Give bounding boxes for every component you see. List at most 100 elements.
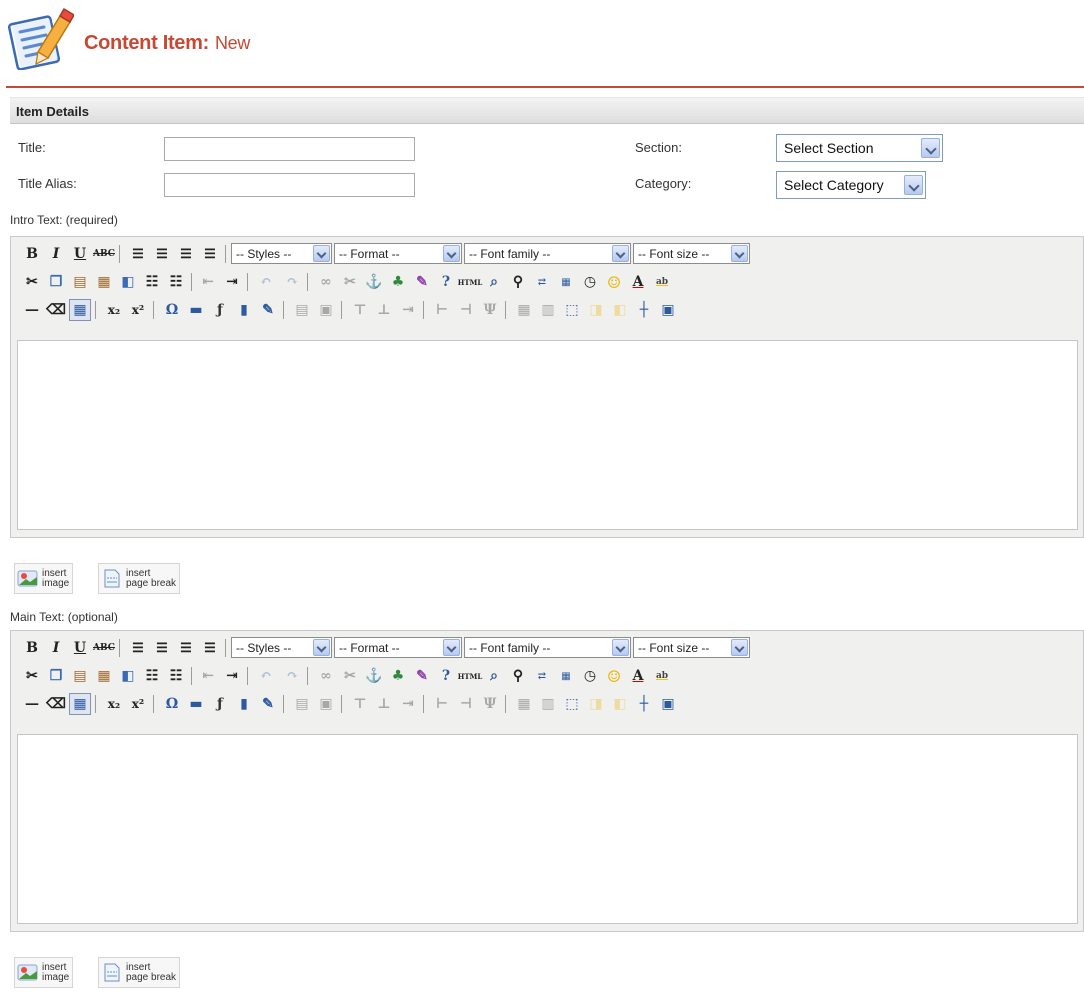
link-icon[interactable]: ∞ — [315, 271, 337, 293]
cleanup-icon[interactable]: ✎ — [411, 665, 433, 687]
font-size-select[interactable]: -- Font size -- — [633, 243, 750, 264]
insert-row-after-icon[interactable]: ⊥ — [373, 693, 395, 715]
html-source-icon[interactable]: HTML — [458, 665, 483, 687]
format-select[interactable]: -- Format -- — [334, 637, 462, 658]
insert-row-before-icon[interactable]: ⊤ — [349, 693, 371, 715]
insert-date-icon[interactable]: ▦ — [555, 665, 577, 687]
highlight-color-icon[interactable]: ab — [651, 271, 673, 293]
special-char-icon[interactable]: Ω — [161, 299, 183, 321]
main-insert-image-button[interactable]: insert image — [14, 957, 74, 988]
chevron-down-icon[interactable] — [313, 639, 330, 656]
preview-icon[interactable]: ⌕ — [483, 665, 505, 687]
layer-backward-icon[interactable]: ◧ — [609, 693, 631, 715]
title-alias-input[interactable] — [164, 173, 415, 197]
outdent-icon[interactable]: ⇤ — [197, 665, 219, 687]
strikethrough-icon[interactable]: ABC — [93, 243, 115, 265]
visual-aid-icon[interactable]: ▦ — [69, 299, 91, 321]
intro-insert-pagebreak-button[interactable]: insert page break — [98, 563, 181, 594]
redo-icon[interactable]: ↷ — [281, 665, 303, 687]
highlight-color-icon[interactable]: ab — [651, 665, 673, 687]
edit-attributes-icon[interactable]: ✎ — [257, 693, 279, 715]
media-icon[interactable]: ▮ — [233, 693, 255, 715]
chevron-down-icon[interactable] — [443, 639, 460, 656]
text-color-icon[interactable]: A — [627, 665, 649, 687]
insert-row-before-icon[interactable]: ⊤ — [349, 299, 371, 321]
undo-icon[interactable]: ↶ — [255, 665, 277, 687]
table-cell-props-icon[interactable]: ▣ — [315, 299, 337, 321]
bullet-list-icon[interactable]: ☷ — [141, 665, 163, 687]
layer-insert-icon[interactable]: ⬚ — [561, 299, 583, 321]
styles-select[interactable]: -- Styles -- — [231, 637, 332, 658]
main-insert-pagebreak-button[interactable]: insert page break — [98, 957, 181, 988]
flash-icon[interactable]: ƒ — [209, 299, 231, 321]
bold-icon[interactable]: B — [21, 637, 43, 659]
superscript-icon[interactable]: x² — [127, 299, 149, 321]
media-icon[interactable]: ▮ — [233, 299, 255, 321]
chevron-down-icon[interactable] — [731, 639, 748, 656]
paste-word-icon[interactable]: ▦ — [93, 665, 115, 687]
numbered-list-icon[interactable]: ☷ — [165, 271, 187, 293]
subscript-icon[interactable]: x₂ — [103, 693, 125, 715]
unlink-icon[interactable]: ✂ — [339, 665, 361, 687]
emotions-icon[interactable]: ☺ — [603, 665, 625, 687]
remove-format-icon[interactable]: ⌫ — [45, 299, 67, 321]
bold-icon[interactable]: B — [21, 243, 43, 265]
help-icon[interactable]: ? — [435, 665, 457, 687]
redo-icon[interactable]: ↷ — [281, 271, 303, 293]
align-center-icon[interactable]: ☰ — [151, 637, 173, 659]
cut-icon[interactable]: ✂ — [21, 665, 43, 687]
horizontal-rule-icon[interactable]: — — [21, 299, 43, 321]
remove-format-icon[interactable]: ⌫ — [45, 693, 67, 715]
indent-icon[interactable]: ⇥ — [221, 271, 243, 293]
insert-col-before-icon[interactable]: ⊢ — [431, 299, 453, 321]
table-row-props-icon[interactable]: ▤ — [291, 299, 313, 321]
subscript-icon[interactable]: x₂ — [103, 299, 125, 321]
styles-select[interactable]: -- Styles -- — [231, 243, 332, 264]
italic-icon[interactable]: I — [45, 637, 67, 659]
chevron-down-icon[interactable] — [313, 245, 330, 262]
help-icon[interactable]: ? — [435, 271, 457, 293]
chevron-down-icon[interactable] — [443, 245, 460, 262]
link-icon[interactable]: ∞ — [315, 665, 337, 687]
advanced-hr-icon[interactable]: ▬ — [185, 693, 207, 715]
emotions-icon[interactable]: ☺ — [603, 271, 625, 293]
layer-insert-icon[interactable]: ⬚ — [561, 693, 583, 715]
strikethrough-icon[interactable]: ABC — [93, 637, 115, 659]
insert-time-icon[interactable]: ◷ — [579, 271, 601, 293]
flash-icon[interactable]: ƒ — [209, 693, 231, 715]
visual-aid-icon[interactable]: ▦ — [69, 693, 91, 715]
anchor-icon[interactable]: ⚓ — [363, 271, 385, 293]
search-icon[interactable]: ⚲ — [507, 271, 529, 293]
absolute-position-icon[interactable]: ┼ — [633, 299, 655, 321]
insert-col-after-icon[interactable]: ⊣ — [455, 299, 477, 321]
insert-row-after-icon[interactable]: ⊥ — [373, 299, 395, 321]
insert-col-after-icon[interactable]: ⊣ — [455, 693, 477, 715]
align-left-icon[interactable]: ☰ — [127, 243, 149, 265]
layer-forward-icon[interactable]: ◨ — [585, 299, 607, 321]
outdent-icon[interactable]: ⇤ — [197, 271, 219, 293]
cut-icon[interactable]: ✂ — [21, 271, 43, 293]
copy-icon[interactable]: ❐ — [45, 665, 67, 687]
layer-forward-icon[interactable]: ◨ — [585, 693, 607, 715]
bullet-list-icon[interactable]: ☷ — [141, 271, 163, 293]
intro-insert-image-button[interactable]: insert image — [14, 563, 74, 594]
main-text-area[interactable] — [17, 734, 1078, 924]
split-cells-icon[interactable]: ▦ — [513, 693, 535, 715]
chevron-down-icon[interactable] — [921, 138, 940, 158]
chevron-down-icon[interactable] — [612, 245, 629, 262]
anchor-icon[interactable]: ⚓ — [363, 665, 385, 687]
font-family-select[interactable]: -- Font family -- — [464, 637, 631, 658]
paste-icon[interactable]: ▤ — [69, 665, 91, 687]
format-select[interactable]: -- Format -- — [334, 243, 462, 264]
underline-icon[interactable]: U — [69, 243, 91, 265]
replace-icon[interactable]: ⇄ — [531, 665, 553, 687]
search-icon[interactable]: ⚲ — [507, 665, 529, 687]
table-row-props-icon[interactable]: ▤ — [291, 693, 313, 715]
title-input[interactable] — [164, 137, 415, 161]
table-cell-props-icon[interactable]: ▣ — [315, 693, 337, 715]
delete-row-icon[interactable]: ⇥ — [397, 299, 419, 321]
delete-row-icon[interactable]: ⇥ — [397, 693, 419, 715]
chevron-down-icon[interactable] — [731, 245, 748, 262]
copy-icon[interactable]: ❐ — [45, 271, 67, 293]
merge-cells-icon[interactable]: ▥ — [537, 299, 559, 321]
